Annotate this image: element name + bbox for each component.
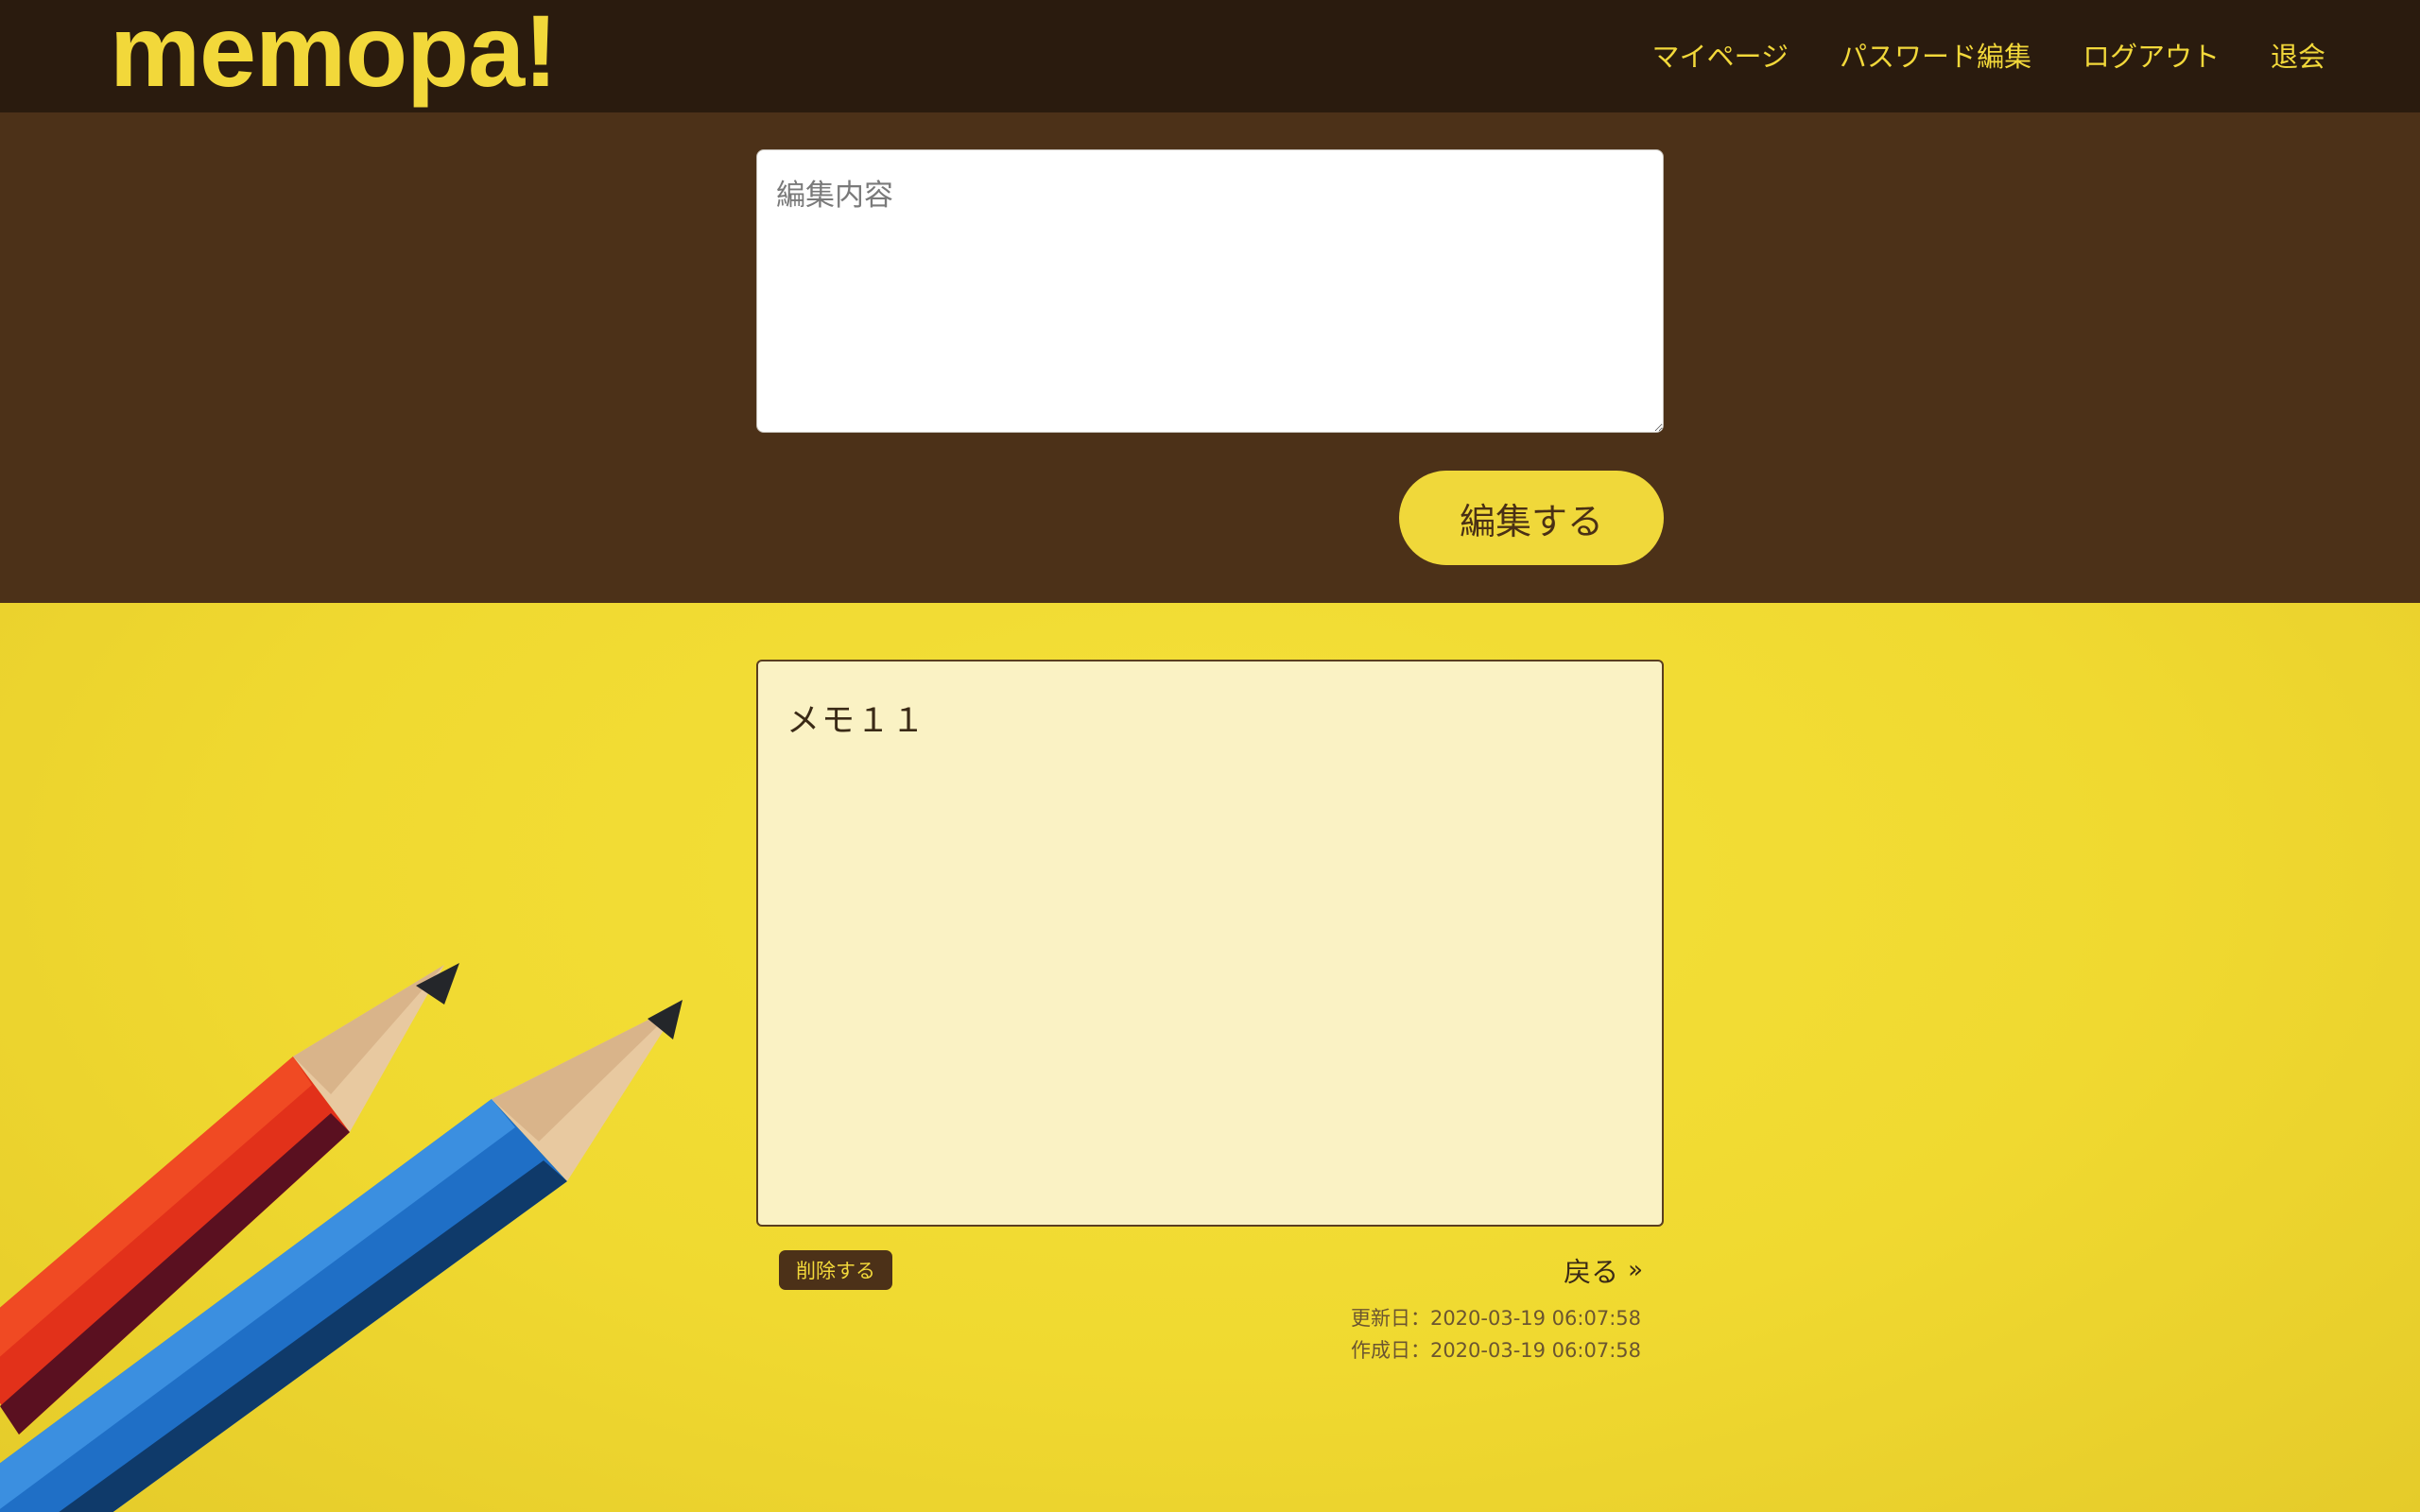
nav-password-edit-link[interactable]: パスワード編集: [1840, 35, 2031, 75]
site-logo[interactable]: memopa!: [110, 0, 558, 112]
created-date: 作成日：2020-03-19 06:07:58: [1350, 1339, 1641, 1362]
site-header: memopa! マイページ パスワード編集 ログアウト 退会: [0, 0, 2420, 112]
edit-section: 編集する: [0, 112, 2420, 603]
edit-submit-button[interactable]: 編集する: [1399, 471, 1664, 565]
double-chevron-right-icon: »: [1628, 1256, 1643, 1284]
memo-dates: 更新日：2020-03-19 06:07:58 作成日：2020-03-19 0…: [1229, 1302, 1641, 1366]
delete-button[interactable]: 削除する: [779, 1250, 892, 1290]
header-nav: マイページ パスワード編集 ログアウト 退会: [1652, 0, 2325, 110]
updated-date: 更新日：2020-03-19 06:07:58: [1350, 1307, 1641, 1330]
back-label: 戻る: [1564, 1256, 1619, 1288]
nav-withdraw-link[interactable]: 退会: [2271, 35, 2325, 75]
nav-logout-link[interactable]: ログアウト: [2083, 35, 2220, 75]
edit-content-textarea[interactable]: [756, 149, 1664, 433]
back-link[interactable]: 戻る »: [1558, 1249, 1643, 1291]
memo-content: メモ１１: [786, 702, 927, 740]
nav-mypage-link[interactable]: マイページ: [1652, 35, 1789, 75]
memo-display: メモ１１: [756, 660, 1664, 1227]
